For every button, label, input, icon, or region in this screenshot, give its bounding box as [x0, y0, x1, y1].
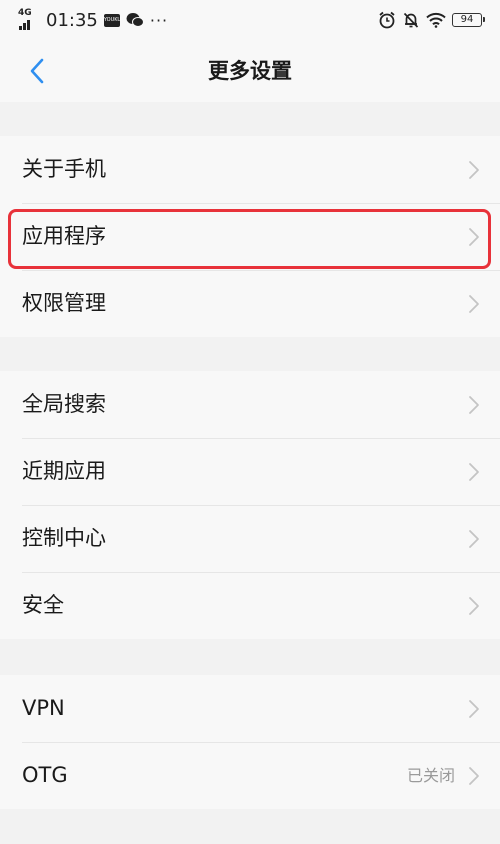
setting-item-about-phone[interactable]: 关于手机: [0, 136, 500, 203]
nav-bar: 更多设置: [0, 40, 500, 102]
chevron-right-icon: [469, 295, 479, 313]
setting-item-security[interactable]: 安全: [0, 572, 500, 639]
setting-item-otg[interactable]: OTG 已关闭: [0, 742, 500, 809]
setting-item-label: 近期应用: [22, 459, 106, 483]
page-title: 更多设置: [208, 59, 292, 83]
setting-item-global-search[interactable]: 全局搜索: [0, 371, 500, 438]
status-bar: 4G 01:35 YOUKU ··· 94: [0, 0, 500, 40]
settings-group-2: 全局搜索 近期应用 控制中心 安全: [0, 371, 500, 639]
mute-bell-icon: [403, 12, 419, 28]
chevron-left-icon: [30, 58, 44, 84]
status-bar-left: 4G 01:35 YOUKU ···: [18, 7, 168, 33]
setting-item-label: 安全: [22, 593, 64, 617]
status-time: 01:35: [46, 9, 98, 31]
chevron-right-icon: [469, 530, 479, 548]
chevron-right-icon: [469, 700, 479, 718]
battery-icon: 94: [452, 13, 485, 27]
chevron-right-icon: [469, 161, 479, 179]
signal-icon: 4G: [18, 9, 40, 31]
network-type: 4G: [18, 8, 32, 18]
setting-item-label: 全局搜索: [22, 392, 106, 416]
chevron-right-icon: [469, 767, 479, 785]
setting-item-applications[interactable]: 应用程序: [0, 203, 500, 270]
setting-item-label: VPN: [22, 696, 65, 720]
setting-item-label: OTG: [22, 763, 68, 787]
setting-item-label: 关于手机: [22, 157, 106, 181]
wechat-icon: [126, 13, 144, 27]
setting-item-permission-management[interactable]: 权限管理: [0, 270, 500, 337]
setting-item-label: 应用程序: [22, 224, 106, 248]
back-button[interactable]: [12, 46, 62, 96]
setting-item-recent-apps[interactable]: 近期应用: [0, 438, 500, 505]
wifi-icon: [426, 12, 446, 28]
settings-group-3: VPN OTG 已关闭: [0, 675, 500, 809]
setting-item-status: 已关闭: [406, 766, 455, 785]
more-notifications-icon: ···: [149, 10, 169, 30]
setting-item-label: 控制中心: [22, 526, 106, 550]
chevron-right-icon: [469, 228, 479, 246]
setting-item-control-center[interactable]: 控制中心: [0, 505, 500, 572]
alarm-icon: [379, 11, 395, 29]
chevron-right-icon: [469, 396, 479, 414]
chevron-right-icon: [469, 597, 479, 615]
setting-item-vpn[interactable]: VPN: [0, 675, 500, 742]
setting-item-label: 权限管理: [22, 291, 106, 315]
youku-app-icon: YOUKU: [103, 13, 121, 27]
status-bar-right: 94: [378, 7, 485, 33]
chevron-right-icon: [469, 463, 479, 481]
settings-group-1: 关于手机 应用程序 权限管理: [0, 136, 500, 337]
